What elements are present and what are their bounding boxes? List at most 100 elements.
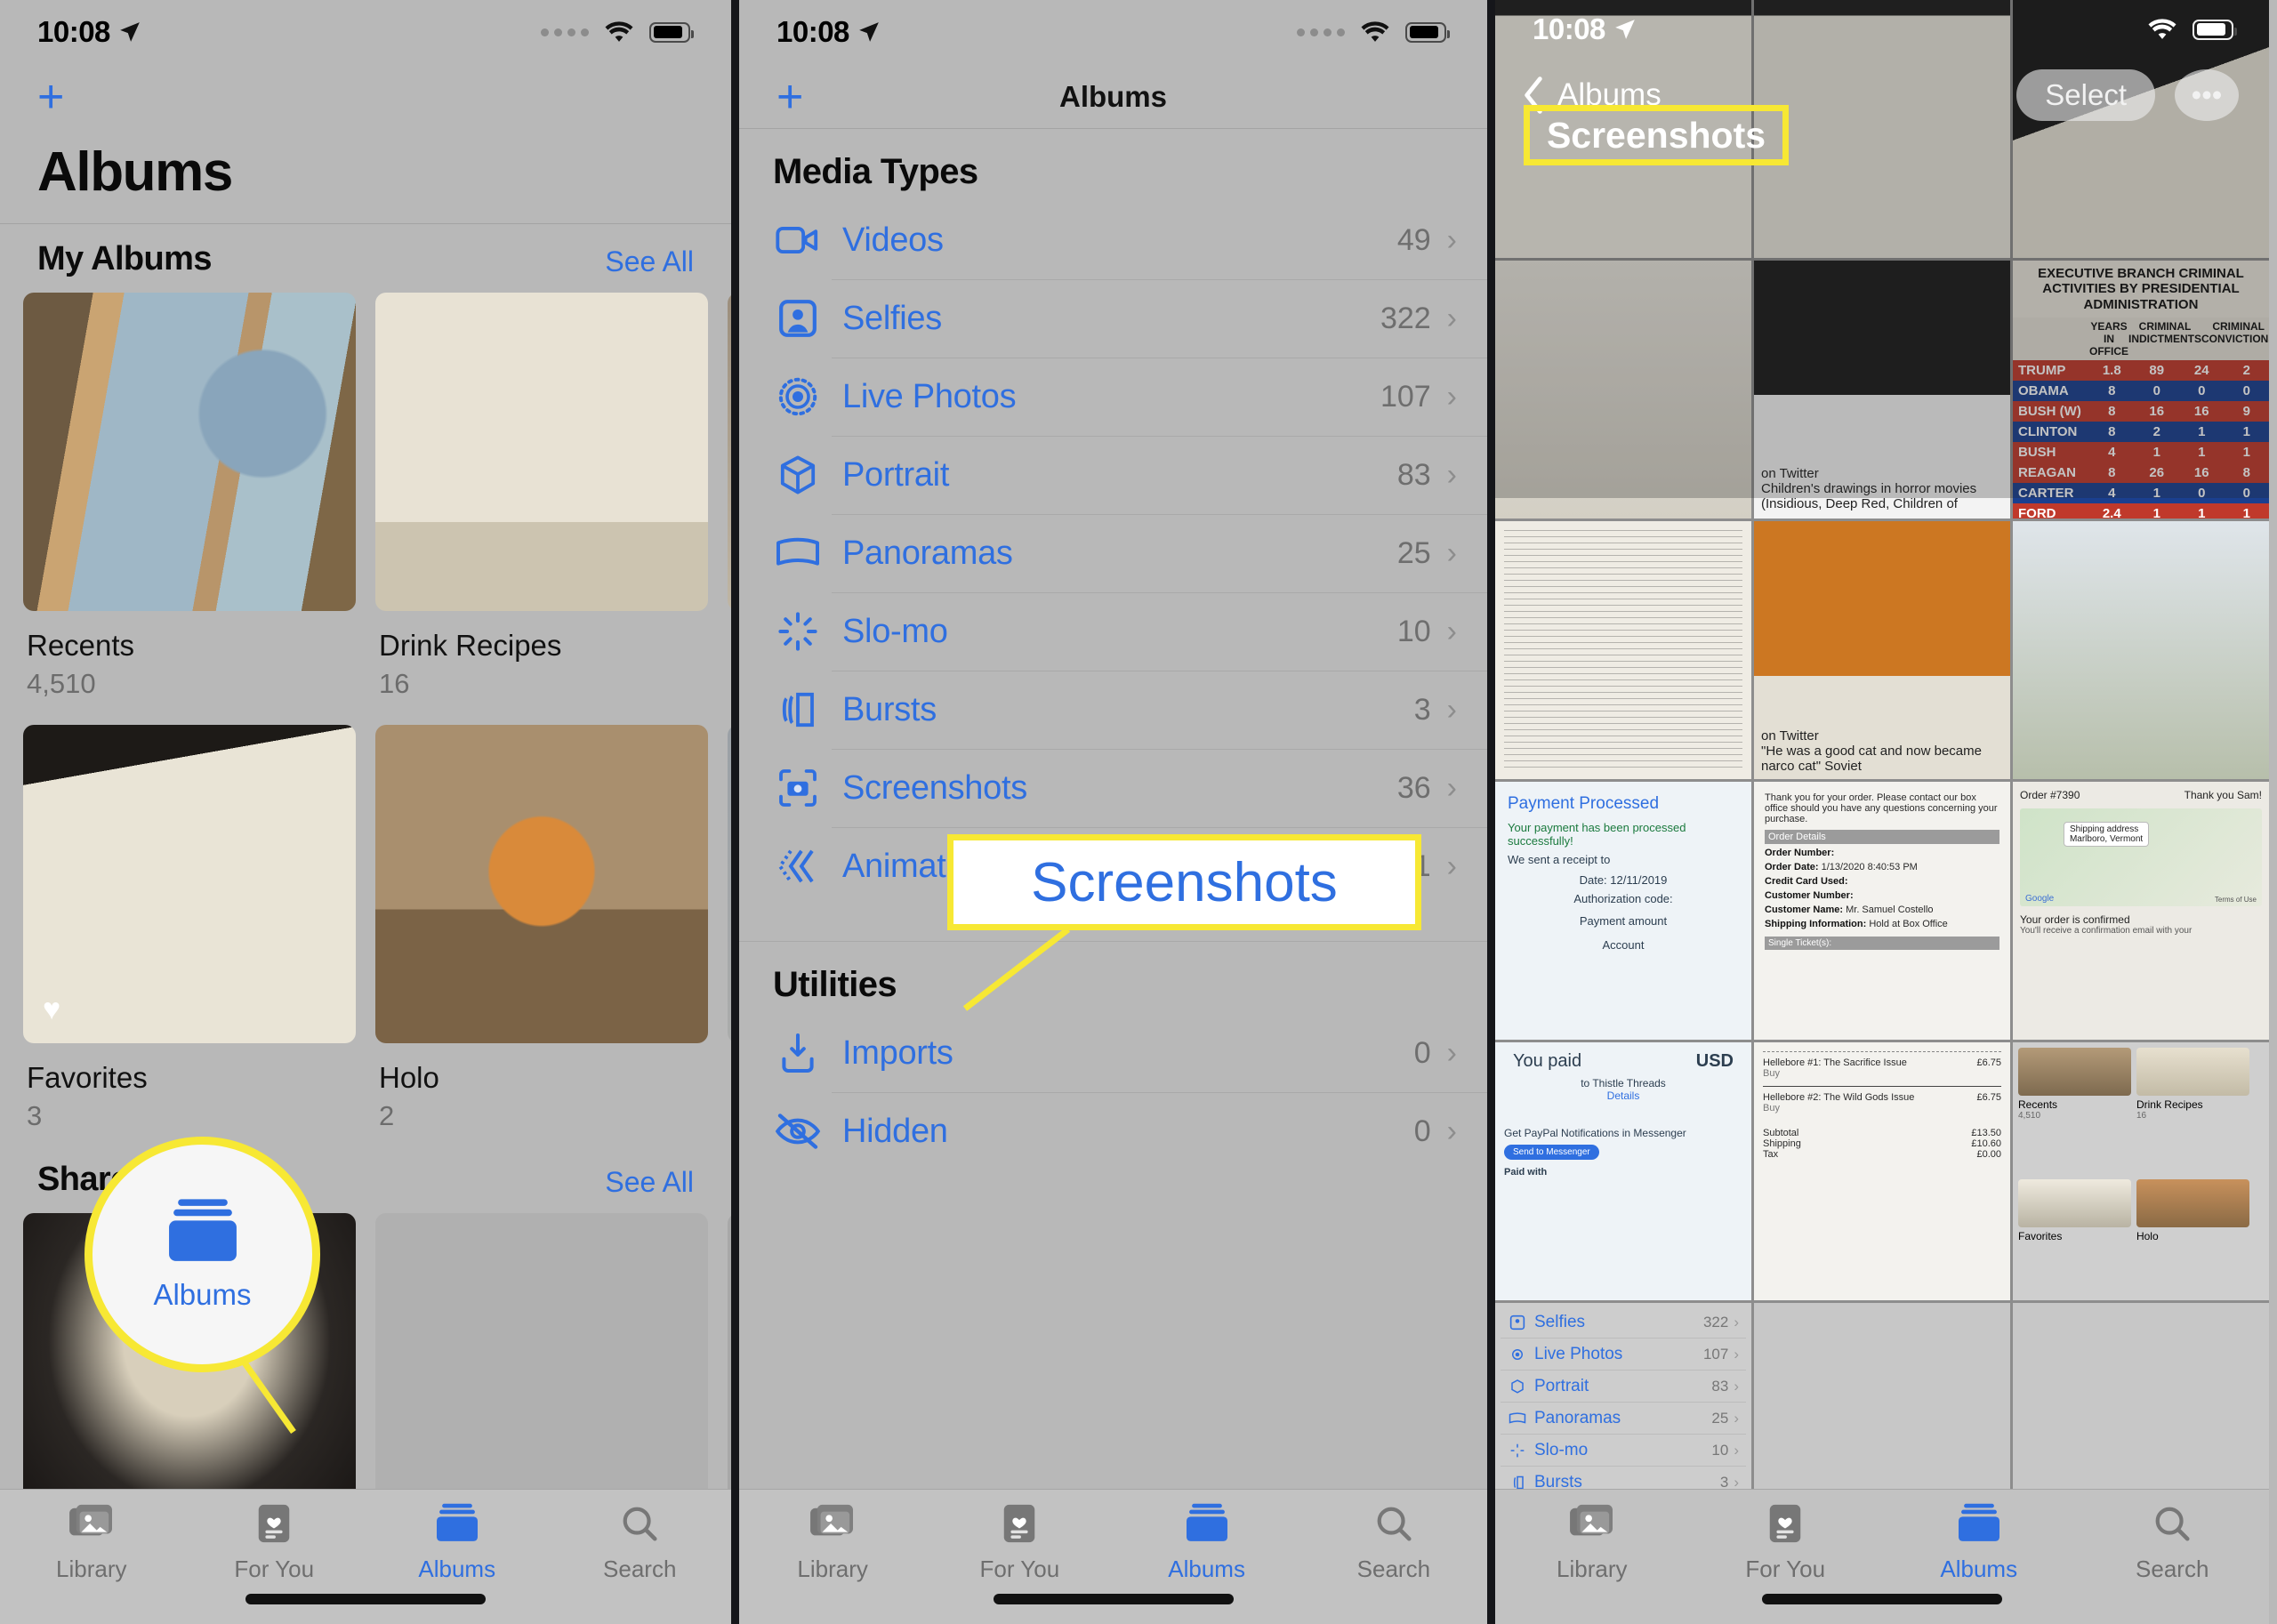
tab-search[interactable]: Search: [2076, 1500, 2270, 1583]
import-download-icon: [773, 1028, 823, 1078]
album-name: Recents: [27, 629, 135, 662]
select-button[interactable]: Select: [2016, 69, 2155, 121]
photos-library-icon: [809, 1500, 857, 1547]
tab-label: Albums: [1940, 1556, 2018, 1582]
list-row-bursts[interactable]: Bursts 3 ›: [739, 671, 1487, 749]
order-item-name: Hellebore #2: The Wild Gods Issue: [1763, 1092, 1915, 1103]
callout-text: Screenshots: [1546, 114, 1766, 156]
tab-albums[interactable]: Albums: [1882, 1500, 2076, 1583]
album-card[interactable]: [375, 1213, 708, 1532]
chevron-right-icon: ›: [1446, 1035, 1457, 1070]
slomo-icon: [773, 607, 823, 656]
list-row-videos[interactable]: Videos 49 ›: [739, 201, 1487, 279]
list-row-count: 83: [1396, 457, 1431, 492]
status-clock-panel1: 10:08: [37, 15, 141, 49]
grid-cell-paypal-paid[interactable]: You paid USD to Thistle Threads Details …: [1495, 1042, 1751, 1300]
tab-search[interactable]: Search: [549, 1500, 732, 1583]
my-albums-see-all-link[interactable]: See All: [605, 245, 694, 278]
cellular-dots-icon: [541, 28, 589, 36]
paypal-amount-label: Payment amount: [1579, 914, 1668, 928]
grid-cell-twitter-2[interactable]: on Twitter "He was a good cat and now be…: [1754, 521, 2010, 779]
album-card[interactable]: Drink Recipes 16: [375, 293, 708, 702]
tab-search[interactable]: Search: [1300, 1500, 1487, 1583]
map-attribution: Google: [2025, 894, 2055, 904]
slomo-icon: [1508, 1441, 1527, 1460]
status-bar-panel2: 10:08: [739, 0, 1487, 64]
list-row-live-photos[interactable]: Live Photos 107 ›: [739, 358, 1487, 436]
order-total-value: £13.50: [1971, 1128, 2001, 1138]
tab-for-you[interactable]: For You: [183, 1500, 366, 1583]
tab-label: Library: [1557, 1556, 1628, 1582]
order-field-label: Order Date:: [1765, 862, 1819, 872]
album-card[interactable]: ♥ Favorites 3: [23, 725, 356, 1134]
live-photo-icon: [773, 372, 823, 422]
grid-cell-document[interactable]: [1495, 521, 1751, 779]
tab-library[interactable]: Library: [0, 1500, 183, 1583]
tab-albums[interactable]: Albums: [1114, 1500, 1300, 1583]
animated-chevrons-icon: [773, 841, 823, 891]
album-count: 3: [27, 1100, 43, 1131]
grid-cell-map-order[interactable]: Order #7390 Thank you Sam! Shipping addr…: [2013, 782, 2269, 1040]
more-options-button[interactable]: •••: [2175, 69, 2239, 121]
list-row-panoramas[interactable]: Panoramas 25 ›: [739, 514, 1487, 592]
grid-cell-paypal-receipt[interactable]: Payment Processed Your payment has been …: [1495, 782, 1751, 1040]
mini-row: Selfies 322 ›: [1501, 1306, 1746, 1339]
paypal-details-link[interactable]: Details: [1504, 1089, 1742, 1102]
paypal-auth-label: Authorization code:: [1573, 892, 1673, 905]
album-card[interactable]: Holo 2: [375, 725, 708, 1134]
paypal-date-label: Date:: [1579, 873, 1607, 887]
order-field-value: Mr. Samuel Costello: [1846, 904, 1934, 915]
list-row-slo-mo[interactable]: Slo-mo 10 ›: [739, 592, 1487, 671]
paypal-confirm: Your payment has been processed successf…: [1508, 821, 1686, 848]
tweet-source: on Twitter: [1761, 728, 1819, 744]
selfie-person-icon: [773, 293, 823, 343]
album-card[interactable]: Recents 4,510: [23, 293, 356, 702]
order-field-value: Hold at Box Office: [1869, 919, 1948, 929]
album-count: 4,510: [27, 668, 96, 699]
grid-cell-winter[interactable]: [2013, 521, 2269, 779]
list-row-label: Slo-mo: [842, 612, 948, 650]
list-row-hidden[interactable]: Hidden 0 ›: [739, 1092, 1487, 1170]
order-field-label: Shipping Information:: [1765, 919, 1867, 929]
tab-albums[interactable]: Albums: [366, 1500, 549, 1583]
tab-label: Library: [797, 1556, 868, 1582]
my-albums-row-2: ♥ Favorites 3 Holo 2: [0, 725, 731, 1134]
albums-stack-icon: [433, 1500, 481, 1547]
grid-cell-albums-nested[interactable]: Recents 4,510 Drink Recipes 16 Favorites H…: [2013, 1042, 2269, 1300]
order-field-label: Customer Name:: [1765, 904, 1844, 915]
chart-row: FORD 2.4 1 1 1: [2013, 502, 2269, 519]
send-to-messenger-button[interactable]: Send to Messenger: [1504, 1145, 1599, 1160]
list-row-screenshots[interactable]: Screenshots 36 ›: [739, 749, 1487, 827]
grid-cell-order-items[interactable]: Hellebore #1: The Sacrifice Issue £6.75 B…: [1754, 1042, 2010, 1300]
utilities-list: Imports 0 › Hidden 0 ›: [739, 1014, 1487, 1170]
add-album-button[interactable]: +: [37, 74, 64, 120]
chevron-right-icon: ›: [1446, 614, 1457, 648]
tab-for-you[interactable]: For You: [1689, 1500, 1883, 1583]
tab-for-you[interactable]: For You: [926, 1500, 1113, 1583]
grid-cell-order-details[interactable]: Thank you for your order. Please contact…: [1754, 782, 2010, 1040]
nested-album-name: Drink Recipes: [2136, 1098, 2203, 1111]
tab-library[interactable]: Library: [739, 1500, 926, 1583]
list-row-imports[interactable]: Imports 0 ›: [739, 1014, 1487, 1092]
list-row-portrait[interactable]: Portrait 83 ›: [739, 436, 1487, 514]
search-icon: [2150, 1500, 2194, 1547]
favorite-heart-icon: ♥: [43, 993, 61, 1026]
shared-see-all-link[interactable]: See All: [605, 1166, 694, 1199]
phone-panel-albums-overview: 10:08 + Albums My Albums See All Recents…: [0, 0, 731, 1624]
chevron-right-icon: ›: [1446, 457, 1457, 492]
status-indicators-panel2: [1297, 19, 1450, 45]
chevron-right-icon: ›: [1446, 770, 1457, 805]
album-thumbnail: [375, 293, 708, 611]
my-albums-row-1: Recents 4,510 Drink Recipes 16 W 6: [0, 293, 731, 702]
location-arrow-icon: [120, 22, 140, 42]
album-thumbnail: [375, 1213, 708, 1532]
list-row-label: Portrait: [842, 455, 950, 494]
list-row-label: Panoramas: [842, 534, 1013, 572]
list-row-label: Live Photos: [842, 377, 1017, 415]
list-row-selfies[interactable]: Selfies 322 ›: [739, 279, 1487, 358]
tab-bar-panel2: Library For You Albums Search: [739, 1489, 1487, 1624]
list-row-count: 25: [1396, 535, 1431, 570]
list-row-label: Videos: [842, 221, 944, 259]
status-bar-panel1: 10:08: [0, 0, 731, 64]
tab-library[interactable]: Library: [1495, 1500, 1689, 1583]
